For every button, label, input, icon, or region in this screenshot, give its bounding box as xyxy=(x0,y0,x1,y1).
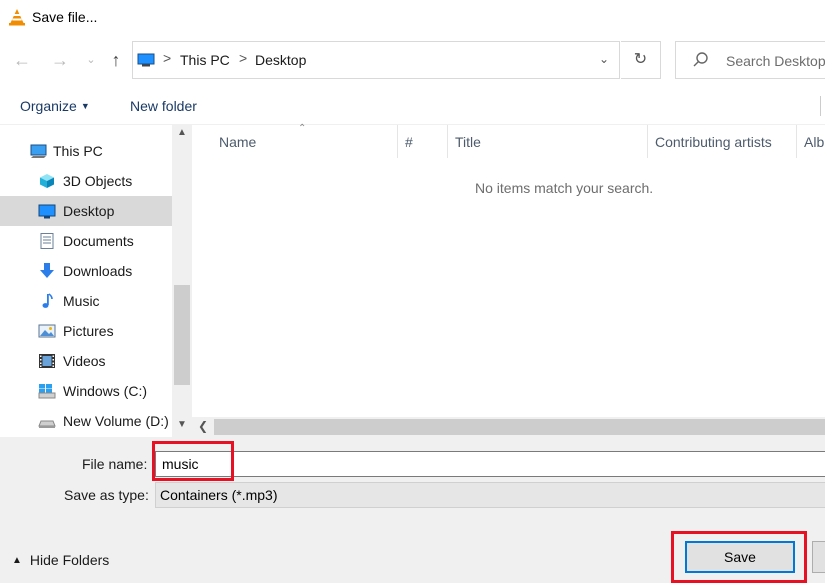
scrollbar-thumb[interactable] xyxy=(174,285,190,385)
hide-folders-toggle[interactable]: ▲ Hide Folders xyxy=(12,552,109,568)
sidebar-item-this-pc[interactable]: This PC xyxy=(0,136,172,166)
forward-arrow-icon[interactable]: → xyxy=(46,36,74,84)
new-folder-button[interactable]: New folder xyxy=(130,98,197,114)
drive-icon xyxy=(38,420,56,428)
file-name-label: File name: xyxy=(82,456,148,472)
vlc-cone-icon xyxy=(9,9,25,26)
cancel-button[interactable] xyxy=(812,541,825,573)
sidebar-item-label: 3D Objects xyxy=(63,173,133,189)
breadcrumb-desktop[interactable]: Desktop xyxy=(255,52,306,68)
save-button-highlight-box xyxy=(671,531,807,583)
sidebar-item-music[interactable]: Music xyxy=(0,286,172,316)
file-list-horizontal-scrollbar[interactable]: ❮ xyxy=(192,417,825,437)
title-bar: Save file... xyxy=(0,0,825,36)
breadcrumb-this-pc[interactable]: This PC xyxy=(180,52,230,68)
sidebar-item-label: New Volume (D:) xyxy=(63,413,169,429)
film-icon xyxy=(39,354,55,368)
windows-drive-icon xyxy=(38,384,56,399)
sidebar-item-label: This PC xyxy=(53,143,103,159)
search-box[interactable]: Search Desktop xyxy=(675,41,825,79)
search-input[interactable]: Search Desktop xyxy=(726,53,825,69)
sidebar-item-desktop[interactable]: Desktop xyxy=(0,196,172,226)
sidebar-item-pictures[interactable]: Pictures xyxy=(0,316,172,346)
recent-locations-chevron-icon[interactable]: ⌄ xyxy=(82,36,100,84)
view-options-edge[interactable] xyxy=(820,96,821,116)
breadcrumb-separator: > xyxy=(163,50,172,66)
computer-icon xyxy=(30,144,47,158)
address-bar[interactable]: > This PC > Desktop ⌄ xyxy=(132,41,620,79)
sidebar-item-label: Pictures xyxy=(63,323,114,339)
column-header-number[interactable]: # xyxy=(405,134,413,150)
sort-ascending-icon: ⌃ xyxy=(298,123,307,134)
sidebar-item-label: Downloads xyxy=(63,263,133,279)
scroll-left-icon[interactable]: ❮ xyxy=(198,419,208,433)
refresh-icon: ↻ xyxy=(633,51,648,68)
file-name-input[interactable]: music xyxy=(155,451,825,477)
save-as-type-select[interactable]: Containers (*.mp3) xyxy=(155,482,825,508)
sidebar-item-label: Videos xyxy=(63,353,106,369)
up-arrow-icon[interactable]: ↑ xyxy=(104,36,128,84)
scroll-down-icon[interactable]: ▼ xyxy=(172,419,192,430)
window-title: Save file... xyxy=(32,9,98,25)
column-divider[interactable] xyxy=(647,125,648,158)
sidebar-item-label: Windows (C:) xyxy=(63,383,148,399)
computer-icon xyxy=(137,53,155,67)
sidebar-vertical-scrollbar[interactable]: ▲ ▼ xyxy=(172,125,192,437)
save-as-type-value: Containers (*.mp3) xyxy=(160,487,278,503)
save-as-type-label: Save as type: xyxy=(64,487,149,503)
navigation-pane: This PC 3D Objects Desktop Documents Dow… xyxy=(0,125,192,437)
scrollbar-thumb[interactable] xyxy=(214,419,825,435)
column-header-name[interactable]: Name xyxy=(219,134,256,150)
sidebar-item-windows-c[interactable]: Windows (C:) xyxy=(0,376,172,406)
sidebar-item-label: Music xyxy=(63,293,100,309)
refresh-button[interactable]: ↻ xyxy=(621,41,661,79)
empty-state-message: No items match your search. xyxy=(475,180,654,196)
picture-icon xyxy=(38,324,56,338)
breadcrumb-separator: > xyxy=(239,50,248,66)
sidebar-item-label: Documents xyxy=(63,233,134,249)
chevron-up-icon: ▲ xyxy=(12,555,22,566)
command-toolbar: Organize ▼ New folder xyxy=(0,88,825,125)
search-icon xyxy=(693,52,708,67)
sidebar-item-videos[interactable]: Videos xyxy=(0,346,172,376)
organize-label: Organize xyxy=(20,98,77,114)
hide-folders-label: Hide Folders xyxy=(29,552,110,568)
column-header-album[interactable]: Alb xyxy=(804,134,824,150)
document-icon xyxy=(40,233,54,249)
cube-icon xyxy=(40,174,54,188)
column-header-title[interactable]: Title xyxy=(455,134,481,150)
sidebar-item-label: Desktop xyxy=(63,203,115,219)
address-dropdown-icon[interactable]: ⌄ xyxy=(599,52,609,66)
column-header-contributing-artists[interactable]: Contributing artists xyxy=(655,134,772,150)
sidebar-item-documents[interactable]: Documents xyxy=(0,226,172,256)
sidebar-item-new-volume-d[interactable]: New Volume (D:) xyxy=(0,406,172,436)
organize-menu[interactable]: Organize ▼ xyxy=(20,98,90,114)
scroll-up-icon[interactable]: ▲ xyxy=(172,127,192,138)
music-note-icon xyxy=(42,293,53,308)
file-list: ⌃ Name # Title Contributing artists Alb … xyxy=(192,123,825,417)
download-arrow-icon xyxy=(40,263,54,278)
back-arrow-icon[interactable]: ← xyxy=(8,36,36,84)
file-name-highlight-box xyxy=(152,441,234,481)
desktop-icon xyxy=(38,204,56,219)
column-divider[interactable] xyxy=(397,125,398,158)
sidebar-item-downloads[interactable]: Downloads xyxy=(0,256,172,286)
column-divider[interactable] xyxy=(796,125,797,158)
caret-down-icon: ▼ xyxy=(80,101,90,111)
column-divider[interactable] xyxy=(447,125,448,158)
sidebar-item-3d-objects[interactable]: 3D Objects xyxy=(0,166,172,196)
